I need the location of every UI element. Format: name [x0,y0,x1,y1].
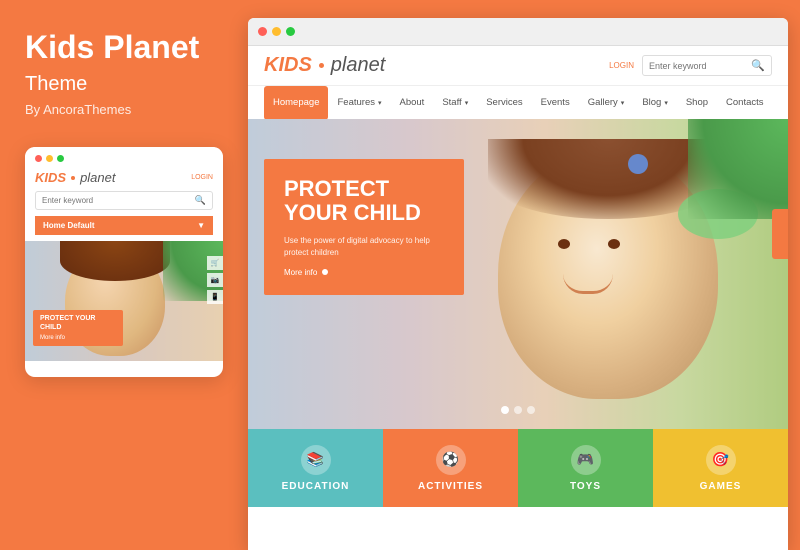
by-line: By AncoraThemes [25,102,223,117]
hero-page-1[interactable] [501,406,509,414]
education-label: EDUCATION [282,481,350,492]
mobile-mockup: KIDS planet LOGIN 🔍 Home Default ▼ [25,147,223,377]
mobile-header: KIDS planet LOGIN 🔍 Home Default ▼ [25,147,223,241]
mobile-hero-link: More info [40,335,116,341]
nav-item-features-label: Features [337,97,375,108]
mobile-nav-arrow-icon: ▼ [197,221,205,230]
nav-item-about[interactable]: About [391,86,434,120]
nav-blog-arrow-icon: ▾ [664,99,668,107]
mobile-nav-label: Home Default [43,221,95,230]
browser-dot-red [258,27,267,36]
nav-features-arrow-icon: ▾ [378,99,382,107]
site-subtitle: Theme [25,73,223,96]
nav-item-features[interactable]: Features ▾ [328,86,390,120]
hero-page-2[interactable] [514,406,522,414]
mobile-dot-red [35,155,42,162]
activities-label: ACTIVITIES [418,481,483,492]
hero-link-label: More info [284,268,317,277]
mobile-side-icons: 🛒 📷 📱 [207,256,223,304]
nav-item-homepage-label: Homepage [273,97,319,108]
mobile-nav-bar[interactable]: Home Default ▼ [35,216,213,235]
site-header: KIDS planet LOGIN 🔍 [248,46,788,85]
nav-item-events-label: Events [541,97,570,108]
nav-item-services-label: Services [486,97,522,108]
left-panel: Kids Planet Theme By AncoraThemes KIDS p… [0,0,248,550]
site-logo-planet: planet [331,54,386,77]
mobile-hero-title: PROTECT YOUR CHILD [40,315,116,332]
nav-item-shop[interactable]: Shop [677,86,717,120]
games-label: GAMES [700,481,742,492]
mobile-dot-yellow [46,155,53,162]
nav-item-blog[interactable]: Blog ▾ [633,86,677,120]
site-search-bar[interactable]: 🔍 [642,55,772,76]
site-logo: KIDS planet [264,54,385,77]
mobile-hero: PROTECT YOUR CHILD More info 🛒 📷 📱 [25,241,223,361]
nav-item-contacts-label: Contacts [726,97,764,108]
browser-dot-green [286,27,295,36]
mobile-dot-green [57,155,64,162]
card-education[interactable]: 📚 EDUCATION [248,429,383,507]
hero-link-dot-icon [322,269,328,275]
mobile-window-dots [35,155,213,162]
mobile-side-icon-1: 🛒 [207,256,223,270]
education-icon: 📚 [301,445,331,475]
mobile-logo-planet: planet [80,170,115,185]
hero-description: Use the power of digital advocacy to hel… [284,235,444,257]
nav-item-staff-label: Staff [442,97,461,108]
nav-gallery-arrow-icon: ▾ [621,99,625,107]
nav-item-about-label: About [400,97,425,108]
mobile-logo-row: KIDS planet LOGIN [35,170,213,185]
activities-icon: ⚽ [436,445,466,475]
card-toys[interactable]: 🎮 TOYS [518,429,653,507]
games-icon: 🎯 [706,445,736,475]
hero-overlay: PROTECT YOUR CHILD Use the power of digi… [264,159,464,295]
browser-content: KIDS planet LOGIN 🔍 Homepage Features ▾ [248,46,788,507]
nav-item-staff[interactable]: Staff ▾ [433,86,477,120]
hero-pagination [501,406,535,414]
nav-item-gallery[interactable]: Gallery ▾ [579,86,634,120]
site-search-input[interactable] [649,61,751,71]
hero-title: PROTECT YOUR CHILD [284,177,444,225]
mobile-search-icon: 🔍 [195,195,206,206]
nav-item-gallery-label: Gallery [588,97,618,108]
nav-staff-arrow-icon: ▾ [465,99,469,107]
site-logo-kids: KIDS [264,54,312,77]
site-hero: PROTECT YOUR CHILD Use the power of digi… [248,119,788,429]
nav-item-blog-label: Blog [642,97,661,108]
site-title: Kids Planet [25,30,223,65]
nav-item-contacts[interactable]: Contacts [717,86,773,120]
mobile-search-input[interactable] [42,196,195,205]
mobile-search-bar[interactable]: 🔍 [35,191,213,210]
site-navigation: Homepage Features ▾ About Staff ▾ Servic… [248,85,788,119]
browser-mockup: KIDS planet LOGIN 🔍 Homepage Features ▾ [248,18,788,550]
mobile-logo-separator [71,176,75,180]
browser-titlebar [248,18,788,46]
nav-item-shop-label: Shop [686,97,708,108]
hero-green-corner [688,119,788,219]
bottom-cards: 📚 EDUCATION ⚽ ACTIVITIES 🎮 TOYS 🎯 GAMES [248,429,788,507]
site-header-right: LOGIN 🔍 [609,55,772,76]
card-games[interactable]: 🎯 GAMES [653,429,788,507]
toys-label: TOYS [570,481,601,492]
mobile-login: LOGIN [191,174,213,181]
hero-side-tab[interactable] [772,209,788,259]
mobile-hero-overlay: PROTECT YOUR CHILD More info [33,310,123,346]
nav-item-homepage[interactable]: Homepage [264,86,328,120]
mobile-login-label: LOGIN [191,174,213,181]
site-logo-dot [319,63,324,68]
nav-item-events[interactable]: Events [532,86,579,120]
browser-dot-yellow [272,27,281,36]
mobile-side-icon-3: 📱 [207,290,223,304]
browser-window-dots [258,27,295,36]
site-search-button[interactable]: 🔍 [751,59,765,72]
hero-page-3[interactable] [527,406,535,414]
hero-link[interactable]: More info [284,268,444,277]
mobile-side-icon-2: 📷 [207,273,223,287]
site-login: LOGIN [609,61,634,70]
card-activities[interactable]: ⚽ ACTIVITIES [383,429,518,507]
mobile-logo-kids: KIDS [35,170,66,185]
toys-icon: 🎮 [571,445,601,475]
mobile-logo: KIDS planet [35,170,115,185]
nav-item-services[interactable]: Services [477,86,531,120]
